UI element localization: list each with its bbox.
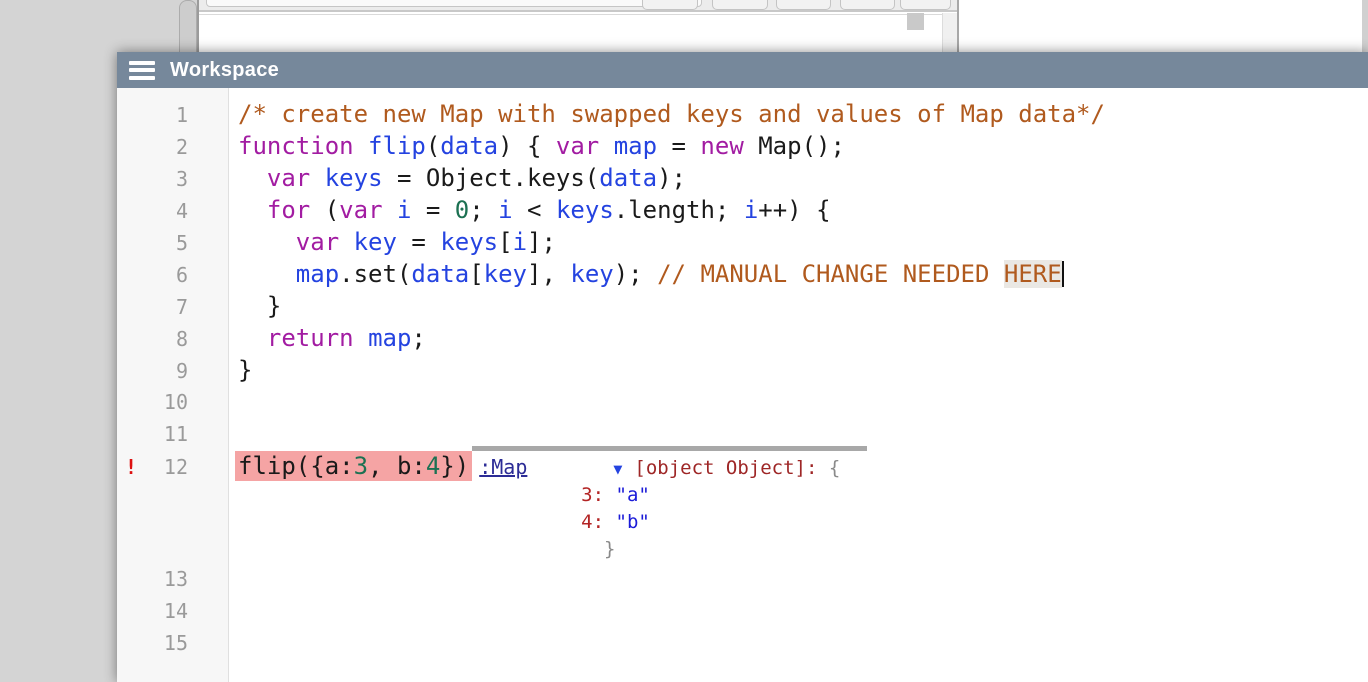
code-line[interactable]: 9} [117,354,1368,386]
code-line-content[interactable]: flip({a:3, b:4}) :Map ▼ [object Object]: { [229,450,1368,485]
result-line-content[interactable]: 3: "a" [229,482,1368,509]
code-line-12[interactable]: ! 12 flip({a:3, b:4}) :Map ▼ [object Object]… [117,450,1368,482]
line-number: 8 [117,323,229,355]
background-scrollbar-thumb[interactable] [907,13,924,30]
code-line[interactable]: 10 [117,386,1368,418]
code-line[interactable]: 3 var keys = Object.keys(data); [117,162,1368,194]
menu-icon[interactable] [129,61,155,80]
code-line[interactable]: 4 for (var i = 0; i < keys.length; i++) … [117,194,1368,226]
line-number: 7 [117,291,229,323]
result-row[interactable]: } [117,536,1368,563]
code-line-content[interactable]: var keys = Object.keys(data); [229,162,1368,194]
code-line-content[interactable]: for (var i = 0; i < keys.length; i++) { [229,194,1368,226]
background-button-5[interactable] [900,0,951,10]
code-line[interactable]: 6 map.set(data[key], key); // MANUAL CHA… [117,258,1368,290]
line-number: 14 [117,595,229,627]
code-line-content[interactable]: var key = keys[i]; [229,226,1368,258]
code-line[interactable]: 1/* create new Map with swapped keys and… [117,98,1368,130]
code-line[interactable]: 5 var key = keys[i]; [117,226,1368,258]
expand-triangle-icon[interactable]: ▼ [613,460,622,478]
evaluated-expression-highlight[interactable]: flip({a:3, b:4}) [235,451,472,481]
code-line[interactable]: 15 [117,627,1368,659]
background-window-border [957,0,959,60]
window-title: Workspace [170,59,279,82]
result-line-content[interactable]: } [229,536,1368,563]
code-line[interactable]: 7 } [117,290,1368,322]
background-button-4[interactable] [840,0,895,10]
left-scrollbar-thumb[interactable] [179,0,197,60]
code-line-content[interactable]: return map; [229,322,1368,354]
line-number: 3 [117,163,229,195]
background-window [198,0,1368,60]
background-input-field[interactable] [206,0,702,7]
result-object-head: [object Object]: { [634,457,840,479]
right-edge-strip [1362,0,1368,52]
result-line-content[interactable]: 4: "b" [229,509,1368,536]
background-toolbar-divider [198,14,958,15]
line-number: 1 [117,99,229,131]
line-number: 4 [117,195,229,227]
line-number: 13 [117,563,229,595]
background-button-2[interactable] [712,0,768,10]
code-line-content[interactable]: map.set(data[key], key); // MANUAL CHANG… [229,258,1368,290]
text-cursor [1062,261,1064,287]
code-line-content[interactable]: } [229,354,1368,386]
line-number: 11 [117,418,229,450]
titlebar: Workspace [117,52,1368,88]
result-row[interactable]: 4: "b" [117,509,1368,536]
line-number: 15 [117,627,229,659]
code-line-content[interactable]: /* create new Map with swapped keys and … [229,98,1368,130]
code-line-content[interactable]: } [229,290,1368,322]
code-line[interactable]: 14 [117,595,1368,627]
background-button-1[interactable] [642,0,698,10]
code-line[interactable]: 8 return map; [117,322,1368,354]
result-divider [472,446,867,451]
line-number: 6 [117,259,229,291]
background-button-3[interactable] [776,0,831,10]
line-number: 9 [117,355,229,387]
line-number: 2 [117,131,229,163]
code-editor[interactable]: 1/* create new Map with swapped keys and… [117,88,1368,682]
error-marker: ! [125,451,137,483]
line-number: 12 [164,455,188,479]
result-type-link[interactable]: :Map [479,455,527,479]
workspace-panel: Workspace 1/* create new Map with swappe… [117,52,1368,682]
code-line[interactable]: 2function flip(data) { var map = new Map… [117,130,1368,162]
line-number-cell: ! 12 [117,451,229,483]
line-number: 10 [117,386,229,418]
code-line-content[interactable]: function flip(data) { var map = new Map(… [229,130,1368,162]
line-number: 5 [117,227,229,259]
code-line[interactable]: 13 [117,563,1368,595]
left-window-edge [197,0,199,60]
result-row[interactable]: 3: "a" [117,482,1368,509]
